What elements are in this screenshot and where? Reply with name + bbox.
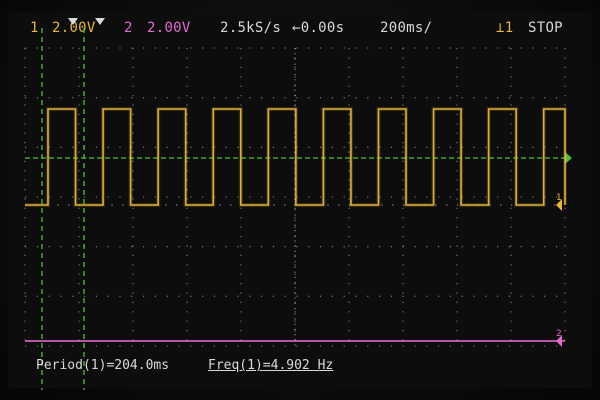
marker-labels: 1 2	[556, 193, 562, 339]
trigger-position-arrow	[68, 18, 78, 25]
waveform-display: 1 2	[24, 18, 572, 390]
period-label: Period(1)	[36, 358, 107, 373]
frequency-measurement: Freq(1)=4.902 Hz	[208, 358, 333, 373]
ch1-ground-marker[interactable]: 1	[556, 193, 562, 203]
ch1-trace-glow	[25, 107, 567, 207]
freq-label: Freq(1)	[208, 358, 263, 373]
ch2-ground-marker[interactable]: 2	[556, 329, 562, 339]
freq-value: =4.902 Hz	[262, 358, 334, 373]
period-value: =204.0ms	[106, 358, 170, 373]
trigger-point-arrow	[95, 18, 105, 25]
time-cursors[interactable]	[25, 28, 572, 390]
period-measurement: Period(1)=204.0ms	[36, 358, 169, 373]
